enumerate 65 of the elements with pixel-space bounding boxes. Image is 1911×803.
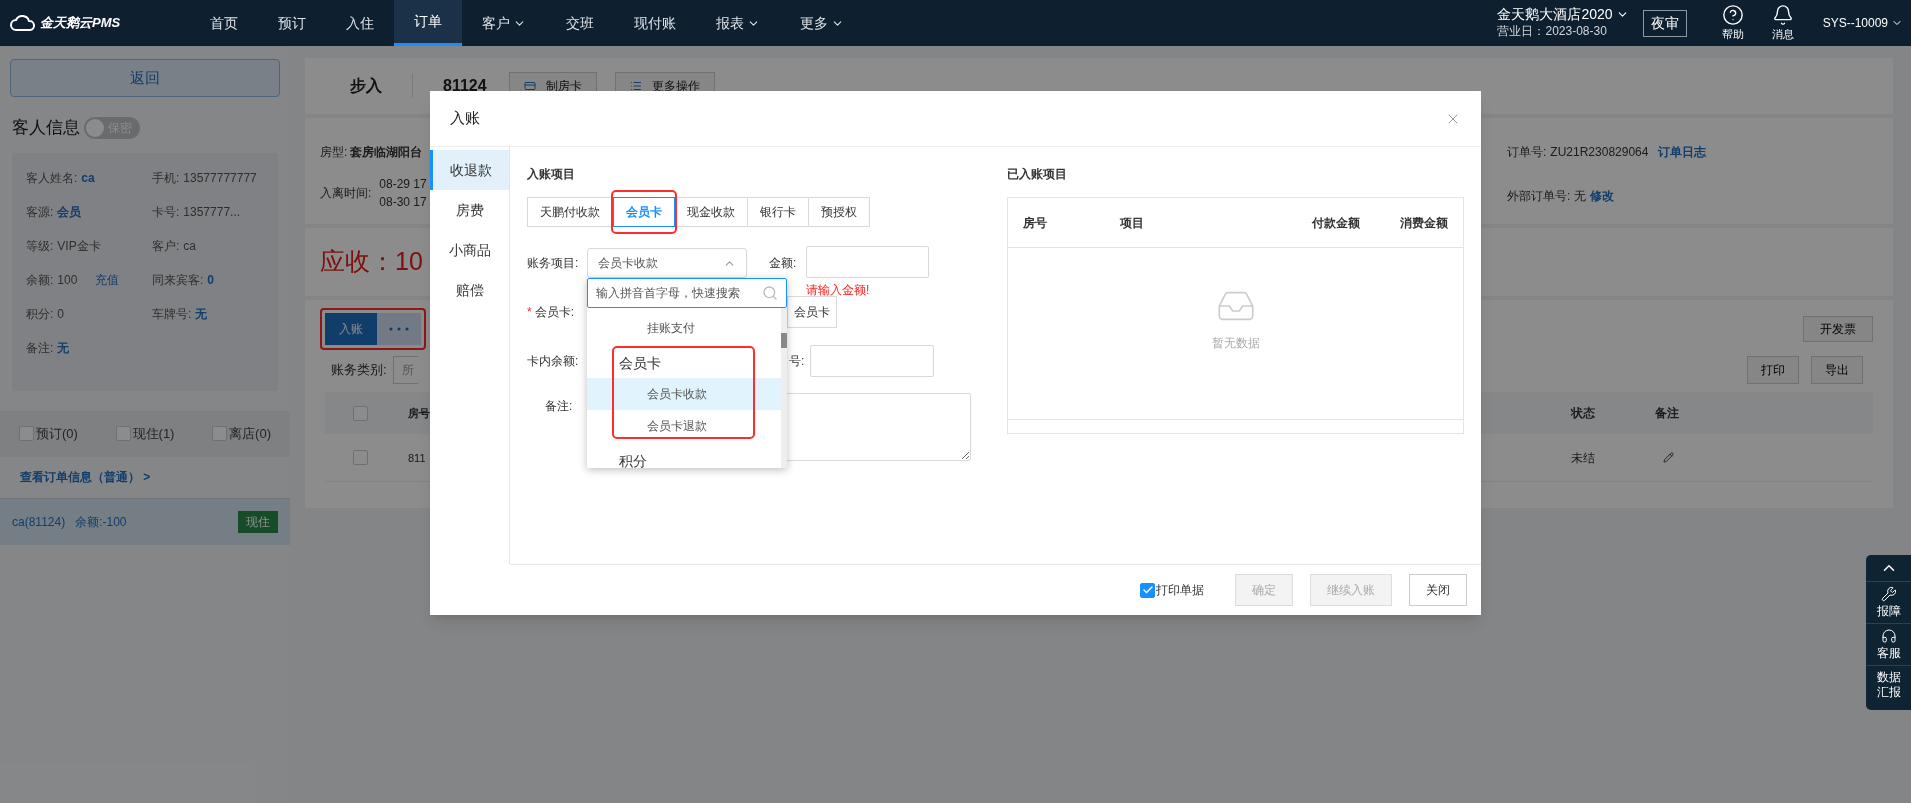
field-label: 备注: xyxy=(544,398,574,415)
empty-text: 暂无数据 xyxy=(1211,334,1260,352)
field-label: 同来宾客: xyxy=(152,271,204,289)
field-label: 积分: xyxy=(26,305,54,323)
column-header: 备注 xyxy=(1655,405,1679,422)
date-value: 08-29 17 xyxy=(379,176,427,193)
column-header: 付款金额 xyxy=(1310,214,1360,232)
room-name: ca(81124) xyxy=(12,513,66,531)
app-logo: 金天鹅云PMS xyxy=(40,14,121,33)
dialog-title: 入账 xyxy=(450,108,480,129)
field-value: 无 xyxy=(1574,188,1587,205)
field-label: 手机: xyxy=(152,169,180,187)
error-message: 请输入金额! xyxy=(806,282,871,299)
date-value: 08-30 17 xyxy=(379,194,427,211)
checkbox-label: 打印单据 xyxy=(1156,582,1204,599)
status-badge: 现住 xyxy=(238,510,278,533)
column-header: 房号 xyxy=(408,407,430,419)
business-date: 营业日：2023-08-30 xyxy=(1497,23,1608,40)
field-label: 车牌号: xyxy=(152,305,192,323)
field-label: 客人姓名: xyxy=(26,169,78,187)
order-number: ZU21R230829064 xyxy=(1550,144,1649,161)
section-title: 客人信息 xyxy=(12,117,80,139)
field-label: 备注: xyxy=(26,339,54,357)
field-label: 订单号: xyxy=(1507,144,1547,161)
section-title: 已入账项目 xyxy=(1007,167,1067,181)
filter-label: 现住(1) xyxy=(132,424,175,443)
option-group-label: 积分 xyxy=(618,452,648,468)
column-header: 项目 xyxy=(1120,214,1145,232)
help-label: 帮助 xyxy=(1721,26,1744,42)
field-label: 入离时间: xyxy=(320,185,372,202)
order-type: 步入 xyxy=(350,76,382,96)
option-group-label: 会员卡 xyxy=(618,354,662,373)
messages-label: 消息 xyxy=(1771,26,1794,42)
filter-label: 离店(0) xyxy=(229,424,271,443)
field-label: 客源: xyxy=(26,203,54,221)
field-label: 余额: xyxy=(26,271,54,289)
table-cell: 811 xyxy=(408,451,426,464)
filter-label: 预订(0) xyxy=(36,424,78,443)
section-title: 入账项目 xyxy=(527,167,575,181)
field-label: 客户: xyxy=(152,237,180,255)
field-label: 等级: xyxy=(26,237,54,255)
field-label: 账务类别: xyxy=(331,361,387,380)
field-value: 1357777... xyxy=(183,203,241,221)
field-label: 外部订单号: xyxy=(1507,188,1571,205)
column-header: 房号 xyxy=(1023,214,1048,232)
required-mark: * xyxy=(527,304,532,321)
field-label: 卡号: xyxy=(152,203,180,221)
room-balance: 余额:-100 xyxy=(75,513,127,531)
field-value: VIP金卡 xyxy=(57,237,101,255)
field-value: ca xyxy=(183,237,197,255)
column-header: 状态 xyxy=(1571,405,1596,422)
field-value: 套房临湖阳台 xyxy=(350,144,423,161)
column-header: 消费金额 xyxy=(1399,214,1448,232)
receivable-amount: 应收：10 xyxy=(320,246,423,278)
table-cell-text: 未结 xyxy=(1571,449,1596,467)
field-label: 号: xyxy=(789,354,805,368)
field-label: 账务项目: xyxy=(527,255,580,272)
field-label: 金额: xyxy=(769,255,798,272)
field-label: 会员卡: xyxy=(534,304,574,321)
field-value: 13577777777 xyxy=(183,169,257,187)
field-label: 房型: xyxy=(320,144,348,161)
field-label: 卡内余额: xyxy=(527,354,579,368)
room-number: 81124 xyxy=(443,76,487,96)
field-value: 100 xyxy=(57,271,78,289)
field-value: 0 xyxy=(57,305,65,323)
